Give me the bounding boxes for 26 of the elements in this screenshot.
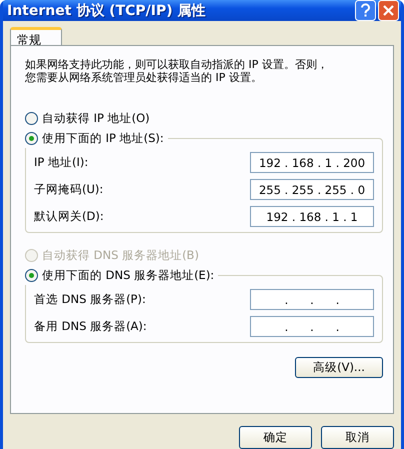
radio-label: 使用下面的 IP 地址(S): bbox=[42, 130, 164, 146]
advanced-button[interactable]: 高级(V)... bbox=[295, 357, 383, 378]
field-label: 子网掩码(U): bbox=[34, 182, 104, 197]
dialog-button[interactable]: 确定 bbox=[239, 426, 312, 449]
radio-button[interactable] bbox=[25, 268, 38, 282]
ip-address-field[interactable]: 192 . 168 . 1 . 200 bbox=[250, 152, 374, 173]
close-icon[interactable] bbox=[378, 0, 399, 21]
radio-label: 使用下面的 DNS 服务器地址(E): bbox=[42, 268, 214, 282]
field-label: IP 地址(I): bbox=[34, 155, 88, 170]
field-label: 备用 DNS 服务器(A): bbox=[34, 319, 147, 334]
ip-address-field[interactable]: 192 . 168 . 1 . 1 bbox=[250, 206, 374, 227]
window-title: Internet 协议 (TCP/IP) 属性 bbox=[7, 2, 207, 20]
radio-label: 自动获得 IP 地址(O) bbox=[42, 110, 150, 126]
field-label: 默认网关(D): bbox=[34, 209, 104, 224]
help-icon[interactable] bbox=[355, 0, 376, 21]
ip-address-field[interactable]: . . . bbox=[250, 316, 374, 337]
ip-address-field[interactable]: 255 . 255 . 255 . 0 bbox=[250, 179, 374, 200]
description-text: 如果网络支持此功能，则可以获取自动指派的 IP 设置。否则， bbox=[25, 58, 328, 71]
radio-button[interactable] bbox=[25, 112, 38, 124]
tab[interactable]: 常规 bbox=[10, 27, 62, 46]
field-label: 首选 DNS 服务器(P): bbox=[34, 292, 146, 307]
ip-address-field[interactable]: . . . bbox=[250, 289, 374, 310]
dialog-button[interactable]: 取消 bbox=[321, 426, 394, 449]
radio-button[interactable] bbox=[25, 132, 38, 144]
radio-label: 自动获得 DNS 服务器地址(B) bbox=[42, 248, 199, 262]
description-text: 您需要从网络系统管理员处获得适当的 IP 设置。 bbox=[25, 71, 262, 84]
